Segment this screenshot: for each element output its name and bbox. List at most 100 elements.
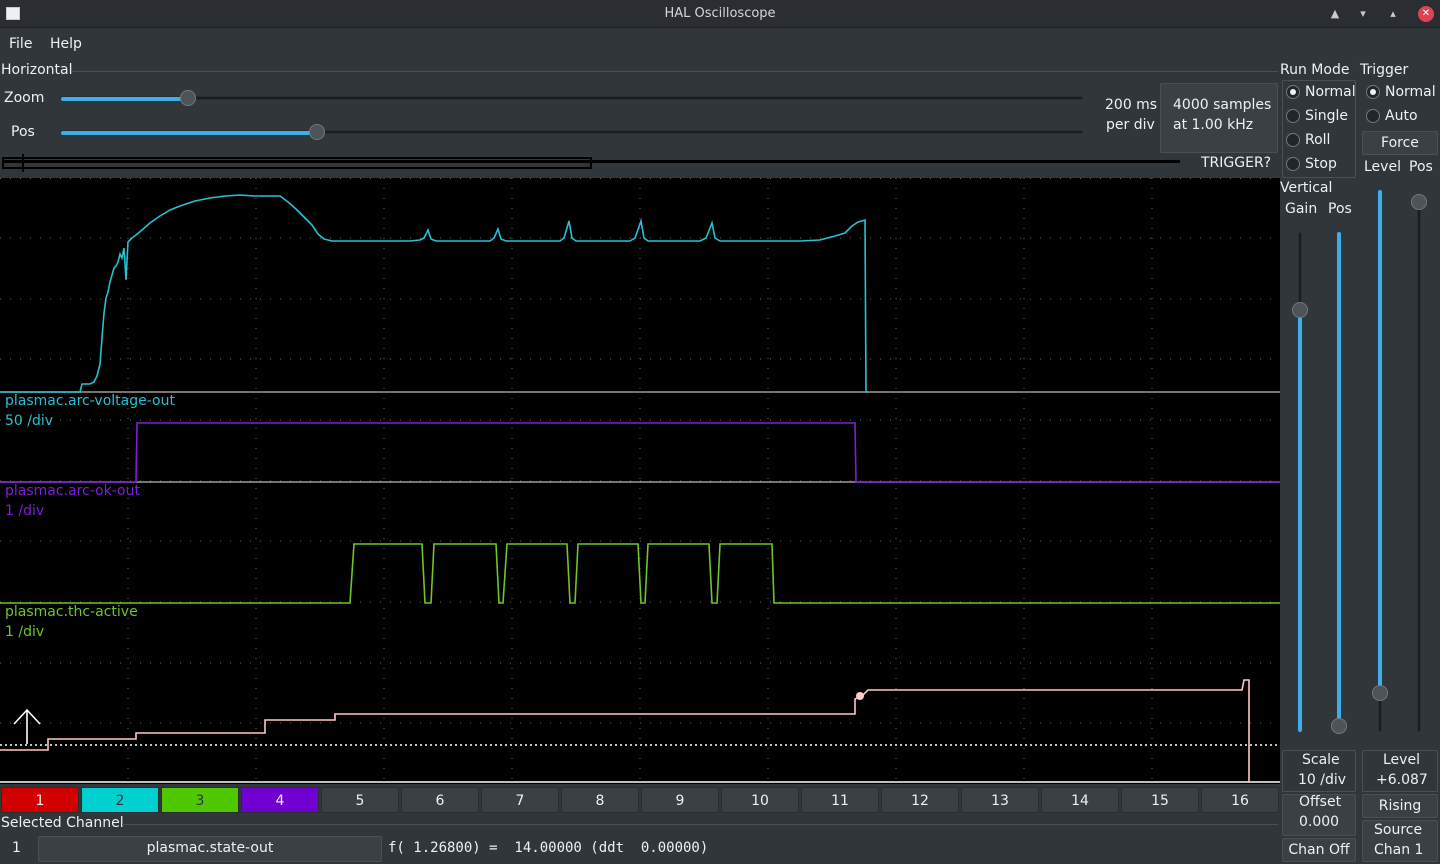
title-bar: HAL Oscilloscope ▲ ▾ ▴ ✕ [0, 0, 1440, 28]
channel-button-1[interactable]: 1 [1, 787, 79, 813]
channel-button-5[interactable]: 5 [321, 787, 399, 813]
trigger-position-arrow [13, 708, 41, 744]
trigger-source-label: Source [1374, 822, 1423, 838]
pos-slider-fill [61, 131, 317, 135]
menu-help[interactable]: Help [50, 36, 82, 52]
trigger-group-label: Trigger [1360, 62, 1409, 78]
chan-off-button[interactable]: Chan Off [1282, 838, 1356, 862]
trace-state-out-cursor [856, 692, 864, 700]
trace3-scale: 1 /div [5, 624, 45, 640]
vertical-pos-fill [1337, 232, 1341, 726]
run-mode-single-label[interactable]: Single [1305, 108, 1348, 124]
window-title: HAL Oscilloscope [664, 6, 776, 21]
vertical-offset-label: Offset [1299, 794, 1342, 810]
selected-channel-name: plasmac.state-out [146, 840, 274, 856]
trigger-level-header: Level [1364, 159, 1401, 175]
trigger-normal-label[interactable]: Normal [1385, 84, 1436, 100]
run-mode-normal-radio[interactable] [1286, 85, 1300, 99]
selected-channel-number: 1 [12, 840, 21, 856]
vertical-offset-value: 0.000 [1299, 814, 1340, 830]
menu-bar: File Help [0, 28, 1440, 60]
keep-above-icon[interactable]: ▲ [1327, 6, 1343, 22]
zoom-label: Zoom [4, 90, 45, 106]
vertical-gain-header: Gain [1285, 201, 1318, 217]
horizontal-frame-line [72, 71, 1278, 72]
trigger-status: TRIGGER? [1201, 155, 1272, 171]
close-icon[interactable]: ✕ [1418, 6, 1434, 22]
zoom-slider-fill [61, 97, 188, 101]
trigger-pos-slider[interactable] [1417, 196, 1421, 732]
vertical-gain-fill [1298, 310, 1302, 732]
run-mode-stop-label[interactable]: Stop [1305, 156, 1337, 172]
run-mode-normal-label[interactable]: Normal [1305, 84, 1356, 100]
pos-label: Pos [11, 124, 35, 140]
channel-button-9[interactable]: 9 [641, 787, 719, 813]
minimize-icon[interactable]: ▾ [1355, 6, 1371, 22]
trigger-level-value: +6.087 [1376, 772, 1428, 788]
channel-button-4[interactable]: 4 [241, 787, 319, 813]
vertical-scale-label: Scale [1302, 752, 1340, 768]
run-mode-label: Run Mode [1280, 62, 1350, 78]
maximize-icon[interactable]: ▴ [1385, 6, 1401, 22]
pos-slider-handle[interactable] [309, 124, 325, 140]
scope-display[interactable]: plasmac.arc-voltage-out 50 /div plasmac.… [0, 178, 1280, 784]
run-mode-stop-radio[interactable] [1286, 157, 1300, 171]
channel-button-15[interactable]: 15 [1121, 787, 1199, 813]
trace-arc-ok [0, 422, 1280, 483]
trigger-level-fill [1378, 190, 1382, 693]
trigger-edge-button[interactable]: Rising [1362, 794, 1438, 818]
channel-button-8[interactable]: 8 [561, 787, 639, 813]
samples-count: 4000 samples [1173, 97, 1272, 113]
trigger-level-label: Level [1383, 752, 1420, 768]
channel-button-12[interactable]: 12 [881, 787, 959, 813]
channel-button-6[interactable]: 6 [401, 787, 479, 813]
channel-button-11[interactable]: 11 [801, 787, 879, 813]
selected-channel-frame-line [122, 824, 1278, 825]
scope-waveforms [0, 178, 1280, 784]
trigger-pos-handle[interactable] [1411, 194, 1427, 210]
trigger-auto-radio[interactable] [1366, 109, 1380, 123]
force-button[interactable]: Force [1362, 131, 1438, 155]
run-mode-roll-radio[interactable] [1286, 133, 1300, 147]
vertical-group-label: Vertical [1280, 180, 1333, 196]
vertical-pos-handle[interactable] [1331, 718, 1347, 734]
record-position-bar[interactable] [2, 154, 1180, 172]
channel-button-7[interactable]: 7 [481, 787, 559, 813]
channel-button-16[interactable]: 16 [1201, 787, 1279, 813]
channel-button-3[interactable]: 3 [161, 787, 239, 813]
trigger-pos-header: Pos [1409, 159, 1433, 175]
trigger-level-handle[interactable] [1372, 685, 1388, 701]
run-mode-roll-label[interactable]: Roll [1305, 132, 1330, 148]
record-marker [22, 154, 24, 172]
trace2-scale: 1 /div [5, 503, 45, 519]
channel-button-13[interactable]: 13 [961, 787, 1039, 813]
vertical-pos-header: Pos [1328, 201, 1352, 217]
trace-state-out [0, 679, 1250, 782]
zoom-slider[interactable] [60, 96, 1083, 100]
vertical-scale-value: 10 /div [1298, 772, 1347, 788]
horizontal-group-label: Horizontal [1, 62, 73, 78]
channel-button-14[interactable]: 14 [1041, 787, 1119, 813]
sample-rate: at 1.00 kHz [1173, 117, 1254, 133]
run-mode-single-radio[interactable] [1286, 109, 1300, 123]
trace-arc-voltage [0, 194, 868, 393]
selected-channel-label: Selected Channel [1, 815, 124, 831]
zoom-slider-handle[interactable] [180, 90, 196, 106]
menu-file[interactable]: File [9, 36, 32, 52]
time-per-div-value: 200 ms [1105, 97, 1158, 113]
cursor-readout: f( 1.26800) = 14.00000 (ddt 0.00000) [388, 840, 709, 856]
channel-button-2[interactable]: 2 [81, 787, 159, 813]
trigger-normal-radio[interactable] [1366, 85, 1380, 99]
grid [0, 178, 1280, 784]
channel-button-10[interactable]: 10 [721, 787, 799, 813]
trace2-name: plasmac.arc-ok-out [5, 483, 140, 499]
trigger-auto-label[interactable]: Auto [1385, 108, 1418, 124]
trace-thc-active [0, 543, 1280, 604]
trace1-name: plasmac.arc-voltage-out [5, 393, 175, 409]
trigger-source-value: Chan 1 [1374, 842, 1424, 858]
record-window [2, 157, 592, 169]
trace3-name: plasmac.thc-active [5, 604, 138, 620]
vertical-gain-handle[interactable] [1292, 302, 1308, 318]
trace1-scale: 50 /div [5, 413, 54, 429]
time-per-div-unit: per div [1106, 117, 1155, 133]
